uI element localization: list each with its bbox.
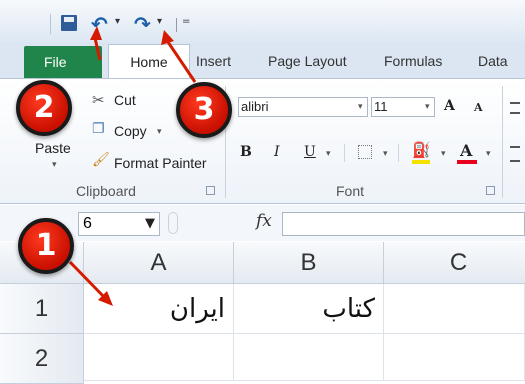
name-box-dropdown-icon[interactable]: ▼ [145, 216, 155, 231]
insert-function-icon[interactable]: fx [256, 211, 272, 231]
scissors-icon: ✂ [92, 91, 105, 109]
font-color-swatch [457, 160, 477, 164]
clipboard-group-label: Clipboard [76, 183, 136, 199]
format-painter-button[interactable]: Format Painter [114, 155, 207, 171]
underline-dropdown-icon[interactable]: ▾ [326, 149, 331, 159]
formula-input[interactable] [282, 212, 525, 236]
paste-dropdown-icon[interactable]: ▾ [52, 160, 57, 170]
fill-color-swatch [412, 160, 430, 164]
toolbar-separator [176, 18, 177, 32]
italic-button[interactable]: I [274, 144, 280, 160]
customize-toolbar-icon[interactable]: = [182, 16, 190, 27]
align-lines-icon[interactable] [510, 102, 520, 114]
copy-button[interactable]: Copy [114, 123, 147, 139]
undo-icon[interactable]: ↶ [91, 12, 108, 36]
clipboard-launcher-icon[interactable] [206, 186, 215, 195]
align-lines-icon[interactable] [510, 146, 520, 162]
redo-icon[interactable]: ↷ [134, 12, 151, 36]
bold-button[interactable]: B [240, 144, 252, 160]
tab-formulas[interactable]: Formulas [384, 53, 442, 69]
font-size-dropdown-icon[interactable]: ▾ [425, 102, 430, 112]
cell-b1[interactable]: کتاب [234, 284, 384, 334]
tab-home[interactable]: Home [108, 44, 190, 80]
row-header[interactable]: 2 [0, 334, 84, 384]
formula-bar-handle[interactable] [168, 212, 178, 234]
grow-font-button[interactable]: A [444, 98, 455, 114]
cell-c2[interactable] [384, 334, 525, 381]
row-header[interactable]: 1 [0, 284, 84, 334]
paste-button[interactable]: Paste [35, 140, 71, 156]
title-bar [0, 0, 525, 42]
fill-color-icon[interactable]: ⛽ [412, 141, 431, 159]
column-header[interactable]: A [84, 242, 234, 284]
group-divider [502, 86, 503, 198]
column-header[interactable]: B [234, 242, 384, 284]
shrink-font-button[interactable]: A [474, 101, 483, 114]
callout-badge-3: 3 [176, 82, 232, 138]
font-color-dropdown-icon[interactable]: ▾ [486, 149, 491, 159]
borders-dropdown-icon[interactable]: ▾ [383, 149, 388, 159]
fill-color-dropdown-icon[interactable]: ▾ [441, 149, 446, 159]
toolbar-separator [50, 14, 51, 34]
cut-button[interactable]: Cut [114, 92, 136, 108]
borders-icon[interactable] [358, 145, 372, 159]
redo-dropdown-icon[interactable]: ▾ [157, 16, 162, 27]
tab-data[interactable]: Data [478, 53, 508, 69]
copy-dropdown-icon[interactable]: ▾ [157, 127, 162, 137]
copy-icon: ❐ [92, 121, 105, 137]
column-header[interactable]: C [384, 242, 525, 284]
font-color-button[interactable]: A [460, 141, 472, 160]
tab-insert[interactable]: Insert [196, 53, 231, 69]
toolbar-separator [398, 144, 399, 162]
cell-b2[interactable] [234, 334, 384, 381]
tab-file[interactable]: File [24, 46, 102, 78]
callout-badge-1: 1 [18, 218, 74, 274]
font-group-label: Font [336, 183, 365, 199]
font-name-dropdown-icon[interactable]: ▾ [358, 102, 363, 112]
underline-button[interactable]: U [304, 144, 316, 160]
tab-page-layout[interactable]: Page Layout [268, 53, 347, 69]
font-launcher-icon[interactable] [486, 186, 495, 195]
callout-badge-2: 2 [16, 80, 72, 136]
undo-dropdown-icon[interactable]: ▾ [115, 16, 120, 27]
toolbar-separator [344, 144, 345, 162]
save-icon[interactable] [61, 15, 77, 31]
cell-a1[interactable]: ایران [84, 284, 234, 334]
cell-c1[interactable] [384, 284, 525, 334]
cell-a2[interactable] [84, 334, 234, 381]
format-painter-icon: 🖌 [92, 152, 110, 168]
font-name-box[interactable]: alibri [238, 97, 368, 117]
